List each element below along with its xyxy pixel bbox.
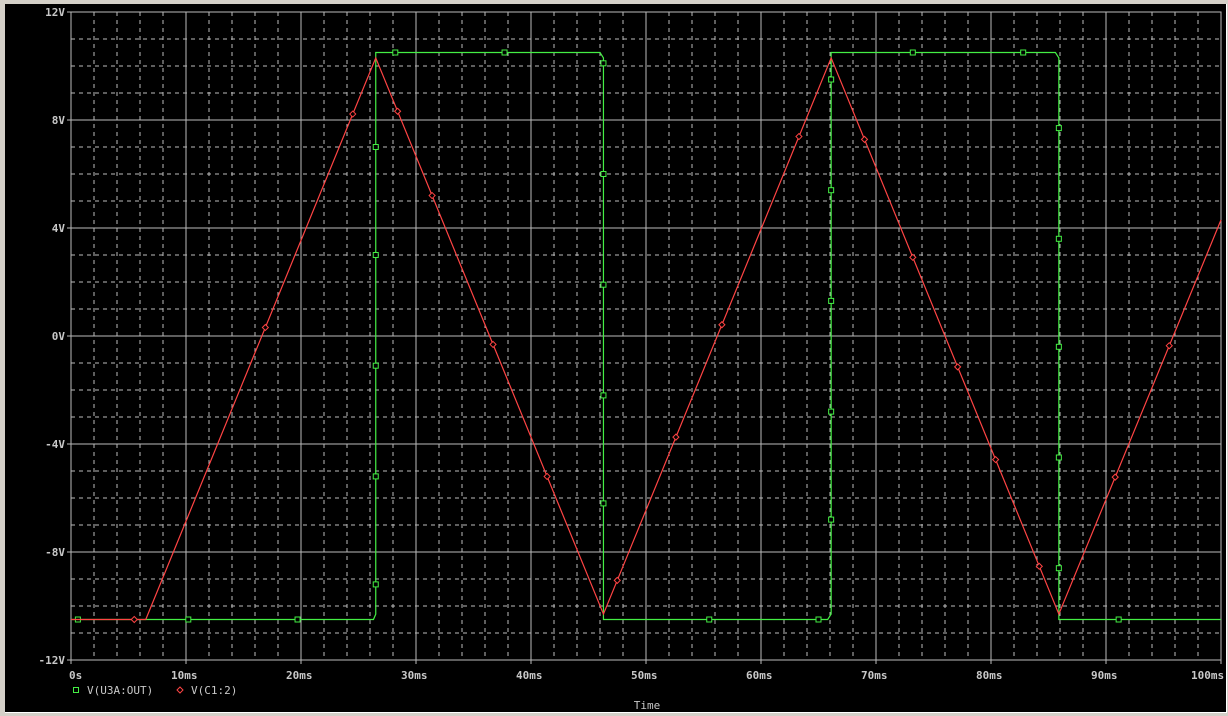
legend-square-icon: [73, 687, 79, 693]
data-point-square: [294, 616, 301, 623]
legend-diamond-icon: [176, 686, 184, 694]
data-point-square: [501, 49, 508, 56]
data-point-diamond: [489, 340, 497, 349]
x-tick-label: 90ms: [1091, 669, 1118, 682]
data-point-diamond: [718, 321, 726, 329]
data-point-square: [1055, 235, 1062, 242]
x-tick-label: 40ms: [516, 669, 543, 682]
x-tick-label: 70ms: [861, 669, 888, 682]
data-point-diamond: [261, 323, 270, 332]
data-point-square: [828, 297, 835, 304]
data-point-diamond: [393, 107, 402, 115]
data-point-square: [706, 616, 713, 623]
chart: 0s 10ms 20ms 30ms 40ms 50ms 60ms 70ms 80ms 90ms 10…: [39, 6, 1225, 712]
x-axis-label: Time: [634, 699, 661, 712]
y-tick-label: 8V: [52, 114, 66, 127]
data-point-square: [909, 49, 916, 56]
data-point-square: [600, 500, 607, 507]
data-point-square: [600, 392, 607, 399]
legend-label: V(C1:2): [191, 684, 237, 697]
x-tick-label: 80ms: [976, 669, 1003, 682]
x-tick-label: 30ms: [401, 669, 428, 682]
data-point-diamond: [795, 132, 803, 141]
data-point-square: [828, 408, 835, 415]
y-tick-label: -12V: [39, 654, 66, 667]
data-point-square: [1055, 565, 1062, 572]
data-point-diamond: [1165, 342, 1173, 350]
data-point-diamond: [1111, 473, 1119, 481]
data-point-square: [372, 144, 379, 150]
x-tick-label: 100ms: [1191, 669, 1224, 682]
data-point-square: [392, 49, 399, 56]
data-point-diamond: [543, 472, 551, 481]
data-point-diamond: [428, 191, 436, 200]
data-point-diamond: [672, 433, 680, 441]
y-tick-label: -4V: [45, 438, 65, 451]
data-point-square: [1115, 616, 1122, 623]
data-point-square: [372, 581, 379, 588]
x-tick-label: 20ms: [286, 669, 313, 682]
data-point-square: [1020, 49, 1027, 56]
data-point-diamond: [953, 363, 962, 371]
data-point-diamond: [130, 615, 138, 624]
x-tick-label: 60ms: [746, 669, 773, 682]
data-point-square: [1055, 454, 1062, 461]
data-point-square: [828, 516, 835, 523]
y-tick-label: -8V: [45, 546, 65, 559]
x-tick-label: 0s: [69, 669, 82, 682]
x-tick-label: 50ms: [631, 669, 658, 682]
y-tick-label: 4V: [52, 222, 66, 235]
data-point-square: [828, 76, 835, 83]
data-point-square: [372, 252, 379, 258]
data-point-diamond: [349, 110, 357, 118]
data-point-square: [185, 616, 192, 623]
data-point-square: [600, 60, 607, 67]
data-point-square: [1055, 343, 1062, 350]
legend-label: V(U3A:OUT): [87, 684, 153, 697]
data-point-square: [600, 171, 607, 177]
y-tick-label: 0V: [52, 330, 66, 343]
x-tick-label: 10ms: [171, 669, 198, 682]
data-point-square: [828, 187, 835, 194]
data-point-square: [600, 281, 607, 288]
data-point-square: [372, 362, 379, 369]
y-tick-label: 12V: [45, 6, 65, 19]
data-point-diamond: [860, 135, 869, 144]
data-point-square: [372, 473, 379, 480]
data-point-square: [1055, 125, 1062, 132]
data-point-square: [815, 616, 822, 623]
data-point-diamond: [991, 455, 1000, 464]
data-point-diamond: [613, 576, 621, 585]
